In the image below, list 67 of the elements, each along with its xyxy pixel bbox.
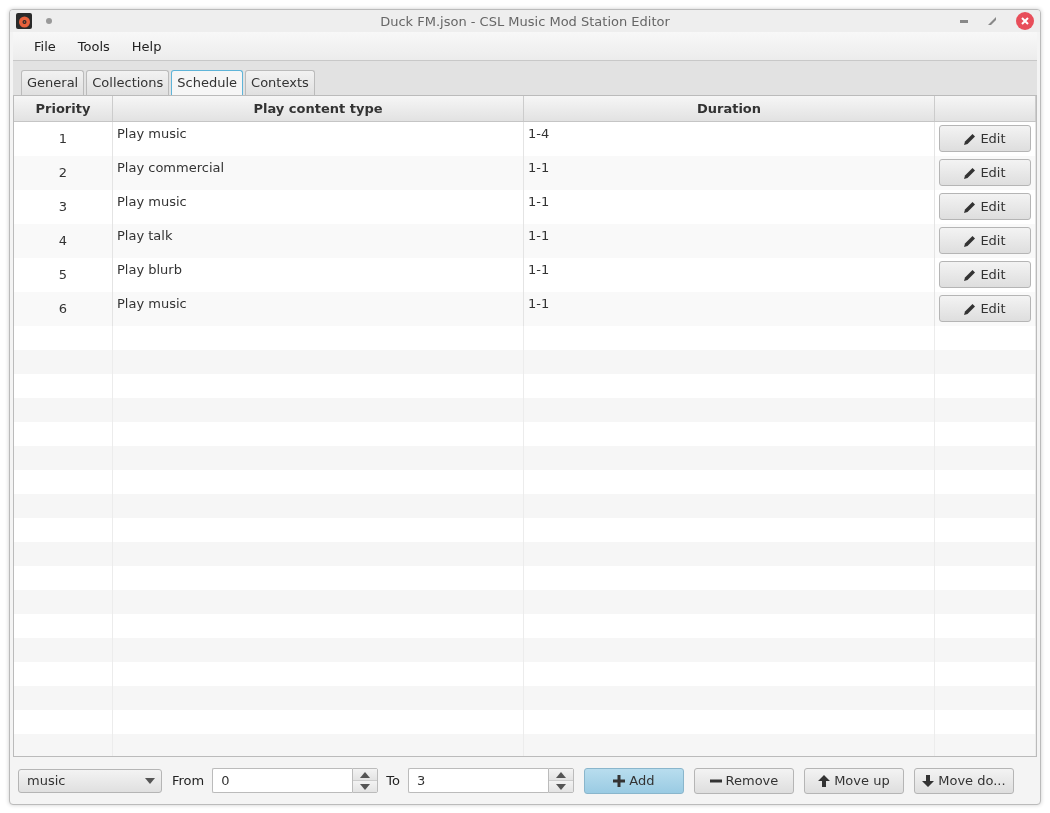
- increment-button[interactable]: [353, 769, 378, 780]
- number-field[interactable]: 0: [212, 768, 353, 793]
- edit-button[interactable]: Edit: [939, 193, 1031, 220]
- plus-icon: [613, 774, 626, 787]
- edit-button[interactable]: Edit: [939, 125, 1031, 152]
- table-cell: 4: [58, 233, 68, 248]
- up-arrow-icon: [818, 774, 831, 787]
- column-header: Priority: [14, 96, 113, 121]
- table-cell: 1-1: [528, 160, 550, 175]
- field-label: To: [386, 773, 400, 788]
- down-arrow-icon: [555, 783, 566, 790]
- increment-button[interactable]: [548, 769, 573, 780]
- pencil-icon: [964, 302, 977, 315]
- edit-button[interactable]: Edit: [939, 159, 1031, 186]
- table-cell: Play music: [117, 194, 187, 209]
- field-label: From: [172, 773, 205, 788]
- table-cell: 1: [58, 131, 68, 146]
- tab[interactable]: Schedule: [171, 70, 244, 95]
- table-cell: 2: [58, 165, 68, 180]
- menu-item[interactable]: Tools: [66, 38, 121, 54]
- table-cell: Play commercial: [117, 160, 225, 175]
- pencil-icon: [964, 166, 977, 179]
- table-cell: Play blurb: [117, 262, 182, 277]
- add-button[interactable]: Add: [583, 767, 684, 794]
- close-icon: [1016, 12, 1034, 30]
- content-type-dropdown[interactable]: music: [18, 768, 162, 793]
- pencil-icon: [964, 268, 977, 281]
- restore-icon: [988, 17, 996, 25]
- tab[interactable]: Collections: [86, 70, 170, 95]
- column-header: Duration: [524, 96, 935, 121]
- table-cell: Play talk: [117, 228, 173, 243]
- app-icon: [16, 13, 32, 29]
- decrement-button[interactable]: [353, 780, 378, 792]
- down-arrow-icon: [922, 774, 935, 787]
- down-button[interactable]: Move do...: [913, 767, 1014, 794]
- down-arrow-icon: [360, 783, 371, 790]
- decrement-button[interactable]: [548, 780, 573, 792]
- remove-button[interactable]: Remove: [693, 767, 794, 794]
- table-cell: 3: [58, 199, 68, 214]
- up-button[interactable]: Move up: [803, 767, 904, 794]
- table-cell: 1-1: [528, 296, 550, 311]
- table-cell: 5: [58, 267, 68, 282]
- pencil-icon: [964, 200, 977, 213]
- pin-icon: [46, 18, 52, 24]
- menu-item[interactable]: File: [23, 38, 67, 54]
- up-arrow-icon: [360, 771, 371, 778]
- table-cell: 1-4: [528, 126, 550, 141]
- table-cell: 1-1: [528, 228, 550, 243]
- edit-button[interactable]: Edit: [939, 261, 1031, 288]
- dropdown-arrow-icon: [145, 777, 155, 784]
- minimize-icon: [960, 19, 968, 23]
- table-cell: 1-1: [528, 194, 550, 209]
- tab[interactable]: Contexts: [245, 70, 315, 95]
- table-cell: 1-1: [528, 262, 550, 277]
- window-title: Duck FM.json - CSL Music Mod Station Editor: [379, 13, 671, 29]
- pencil-icon: [964, 234, 977, 247]
- table-cell: Play music: [117, 296, 187, 311]
- edit-button[interactable]: Edit: [939, 295, 1031, 322]
- column-header: Play content type: [113, 96, 524, 121]
- edit-button[interactable]: Edit: [939, 227, 1031, 254]
- up-arrow-icon: [555, 771, 566, 778]
- tab[interactable]: General: [21, 70, 85, 95]
- number-field[interactable]: 3: [407, 768, 548, 793]
- pencil-icon: [964, 132, 977, 145]
- menu-item[interactable]: Help: [120, 38, 173, 54]
- table-cell: 6: [58, 301, 68, 316]
- table-cell: Play music: [117, 126, 187, 141]
